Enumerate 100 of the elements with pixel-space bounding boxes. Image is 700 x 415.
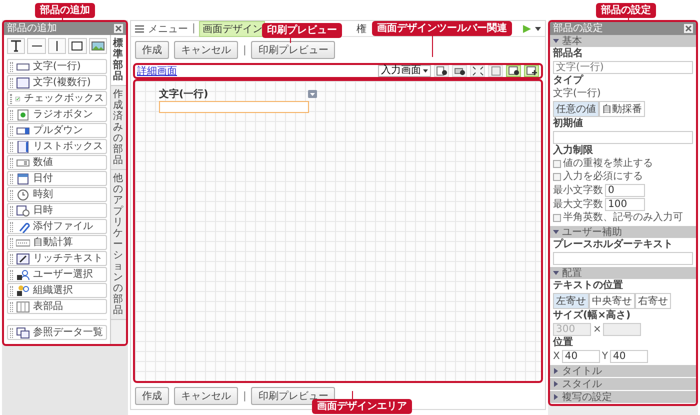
x-input[interactable]: 40 xyxy=(562,350,600,363)
close-icon[interactable] xyxy=(684,24,693,33)
part-item[interactable]: ユーザー選択 xyxy=(7,267,107,282)
part-item[interactable]: チェックボックス xyxy=(7,91,107,106)
section-header[interactable]: ユーザー補助 xyxy=(550,226,696,238)
section-header[interactable]: タイトル xyxy=(550,365,696,377)
close-icon[interactable] xyxy=(114,24,123,33)
part-item[interactable]: プルダウン xyxy=(7,123,107,138)
y-input[interactable]: 40 xyxy=(610,350,648,363)
section-header[interactable]: 配置 xyxy=(550,267,696,279)
tool-button[interactable] xyxy=(48,38,66,54)
toolbar-button[interactable] xyxy=(452,65,467,77)
checkbox[interactable] xyxy=(553,214,561,222)
page-gear-icon xyxy=(436,66,448,76)
toolbar-button[interactable] xyxy=(524,65,539,77)
align-option[interactable]: 中央寄せ xyxy=(589,293,635,309)
tool-button[interactable] xyxy=(68,38,87,54)
part-item[interactable]: ラジオボタン xyxy=(7,107,107,122)
field-label: 位置 xyxy=(553,337,574,349)
action-button[interactable]: 作成 xyxy=(135,41,169,59)
part-item[interactable]: 参照データ一覧 xyxy=(7,325,107,340)
action-button[interactable]: 作成 xyxy=(135,387,169,405)
field-label: X xyxy=(553,350,560,362)
field-label: 最大文字数 xyxy=(553,198,603,210)
times-sign: × xyxy=(593,324,602,336)
section-header[interactable]: スタイル xyxy=(550,378,696,390)
caret-down-icon xyxy=(423,69,428,73)
list-box-icon xyxy=(16,140,30,152)
part-item[interactable]: 自動計算 xyxy=(7,235,107,250)
image-icon xyxy=(90,40,105,52)
section-header[interactable]: 複写の設定 xyxy=(550,391,696,403)
window-add-icon xyxy=(526,66,538,76)
type-option[interactable]: 任意の値 xyxy=(553,101,599,117)
callout-label: 部品の追加 xyxy=(35,3,95,18)
part-item[interactable]: 添付ファイル xyxy=(7,219,107,234)
part-item[interactable]: 数値 xyxy=(7,155,107,170)
side-tab[interactable]: 他のアプリケーションの部品 xyxy=(111,170,126,320)
field-label: 初期値 xyxy=(553,118,584,130)
caret-down-icon xyxy=(553,270,559,276)
initial-value-input[interactable] xyxy=(553,131,693,144)
checkbox[interactable] xyxy=(553,160,561,168)
section-header[interactable]: 基本 xyxy=(550,35,696,47)
side-tab[interactable]: 作成済みの部品 xyxy=(111,86,126,170)
field-label: 入力制限 xyxy=(553,145,594,157)
part-item[interactable]: リッチテキスト xyxy=(7,251,107,266)
menu-link[interactable]: メニュー xyxy=(148,22,188,36)
align-option[interactable]: 右寄せ xyxy=(635,293,671,309)
rich-text-icon xyxy=(16,252,30,264)
menu-icon[interactable] xyxy=(135,24,144,32)
detail-screen-link[interactable]: 詳細画面 xyxy=(137,64,177,78)
action-button[interactable]: 印刷プレビュー xyxy=(251,41,336,59)
tab[interactable]: 権 xyxy=(353,20,370,36)
documents-icon xyxy=(16,326,30,338)
part-item[interactable]: 表部品 xyxy=(7,299,107,314)
field-label: サイズ(幅×高さ) xyxy=(553,310,632,322)
part-item[interactable]: 日時 xyxy=(7,203,107,218)
window-gear-icon xyxy=(508,66,520,76)
field-label: Y xyxy=(602,350,608,362)
number-input[interactable]: 100 xyxy=(605,198,645,211)
text-area-icon xyxy=(16,76,30,88)
square-icon xyxy=(490,66,502,76)
user-icon xyxy=(16,268,30,280)
toolbar-button[interactable] xyxy=(506,65,521,77)
type-option[interactable]: 自動採番 xyxy=(599,101,645,117)
number-field-icon xyxy=(16,156,30,168)
checkbox-label: 半角英数、記号のみ入力可 xyxy=(563,212,683,224)
part-item[interactable]: 文字(一行) xyxy=(7,59,107,74)
part-item[interactable]: 日付 xyxy=(7,171,107,186)
number-input[interactable]: 0 xyxy=(605,184,645,197)
separator: | xyxy=(243,44,246,56)
action-button[interactable]: キャンセル xyxy=(174,41,238,59)
checkbox[interactable] xyxy=(553,173,561,181)
action-button[interactable]: キャンセル xyxy=(174,387,238,405)
printer-gear-icon xyxy=(454,66,466,76)
tool-button[interactable] xyxy=(27,38,46,54)
tool-button[interactable] xyxy=(88,38,108,54)
text-field[interactable] xyxy=(159,101,309,113)
part-item[interactable]: 時刻 xyxy=(7,187,107,202)
toolbar-button[interactable] xyxy=(434,65,449,77)
part-item[interactable]: 文字(複数行) xyxy=(7,75,107,90)
caret-down-icon[interactable] xyxy=(535,26,541,30)
panel-title: 部品の設定 xyxy=(553,22,603,34)
separator: | xyxy=(243,390,246,402)
callout-label: 印刷プレビュー xyxy=(262,23,342,38)
checkbox-label: 値の重複を禁止する xyxy=(563,158,653,170)
callout-label: 部品の設定 xyxy=(596,3,656,18)
toolbar-button[interactable] xyxy=(470,65,485,77)
radio-icon xyxy=(16,108,30,120)
placeholder-input[interactable] xyxy=(553,252,693,265)
leader-line xyxy=(352,391,353,399)
part-item[interactable]: 組織選択 xyxy=(7,283,107,298)
tool-button[interactable] xyxy=(7,38,26,54)
side-tab[interactable]: 標準部品 xyxy=(111,35,126,86)
text-tool-icon xyxy=(9,40,24,52)
tab[interactable]: 画面デザイン xyxy=(199,20,266,36)
field-label: タイプ xyxy=(553,75,584,87)
part-item[interactable]: リストボックス xyxy=(7,139,107,154)
screen-select[interactable]: 入力画面 xyxy=(378,65,431,77)
align-option[interactable]: 左寄せ xyxy=(553,293,589,309)
callout-label: 画面デザインツールバー関連 xyxy=(372,21,512,36)
